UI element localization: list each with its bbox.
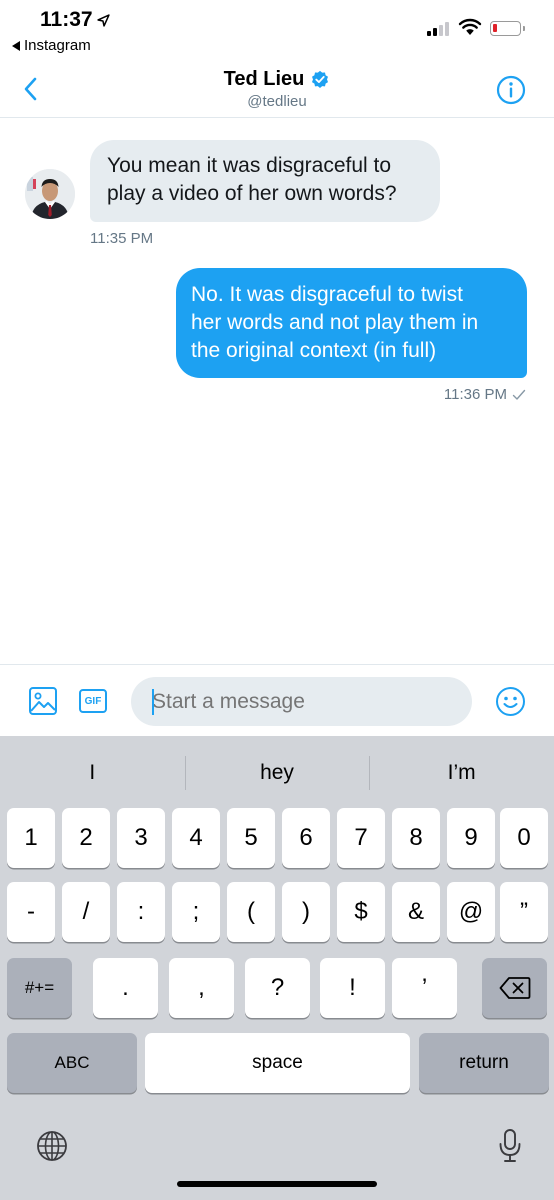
key-0[interactable]: 0 bbox=[500, 808, 548, 868]
incoming-message-time: 11:35 PM bbox=[90, 230, 154, 247]
message-line: You mean it was disgraceful to bbox=[107, 154, 392, 177]
key-hyphen[interactable]: - bbox=[7, 882, 55, 942]
contact-handle: @tedlieu bbox=[247, 93, 307, 110]
suggestion-3[interactable]: I’m bbox=[369, 736, 554, 810]
incoming-message-bubble[interactable]: You mean it was disgraceful to play a vi… bbox=[90, 140, 440, 222]
message-line: the original context (in full) bbox=[191, 339, 437, 362]
key-2[interactable]: 2 bbox=[62, 808, 110, 868]
key-9[interactable]: 9 bbox=[447, 808, 495, 868]
outgoing-message-meta: 11:36 PM bbox=[444, 386, 526, 403]
key-abc[interactable]: ABC bbox=[7, 1033, 137, 1093]
battery-icon bbox=[490, 21, 525, 36]
back-to-app-link[interactable]: Instagram bbox=[12, 37, 91, 54]
gif-button[interactable]: GIF bbox=[79, 689, 107, 713]
contact-avatar[interactable] bbox=[25, 169, 75, 219]
cellular-signal-icon bbox=[427, 22, 449, 36]
key-comma[interactable]: , bbox=[169, 958, 234, 1018]
key-quote[interactable]: ” bbox=[500, 882, 548, 942]
message-line: play a video of her own words? bbox=[107, 182, 397, 205]
outgoing-message-bubble[interactable]: No. It was disgraceful to twist her word… bbox=[176, 268, 527, 378]
wifi-icon bbox=[458, 18, 482, 35]
key-at[interactable]: @ bbox=[447, 882, 495, 942]
backspace-icon bbox=[499, 977, 530, 999]
key-return[interactable]: return bbox=[419, 1033, 549, 1093]
outgoing-message-time: 11:36 PM bbox=[443, 386, 507, 403]
conversation-header: Ted Lieu @tedlieu bbox=[0, 60, 554, 118]
key-slash[interactable]: / bbox=[62, 882, 110, 942]
contact-name: Ted Lieu bbox=[223, 68, 305, 90]
verified-badge-icon bbox=[312, 70, 329, 88]
key-colon[interactable]: : bbox=[117, 882, 165, 942]
conversation-title[interactable]: Ted Lieu bbox=[0, 68, 554, 91]
sent-check-icon bbox=[512, 389, 526, 400]
key-close-paren[interactable]: ) bbox=[282, 882, 330, 942]
key-delete[interactable] bbox=[482, 958, 547, 1018]
predictive-bar: I hey I’m bbox=[0, 736, 554, 810]
key-ampersand[interactable]: & bbox=[392, 882, 440, 942]
key-apostrophe[interactable]: ’ bbox=[392, 958, 457, 1018]
key-more-symbols[interactable]: #+= bbox=[7, 958, 72, 1018]
key-5[interactable]: 5 bbox=[227, 808, 275, 868]
key-7[interactable]: 7 bbox=[337, 808, 385, 868]
clock-text: 11:37 bbox=[40, 8, 93, 31]
key-6[interactable]: 6 bbox=[282, 808, 330, 868]
back-app-label: Instagram bbox=[24, 37, 91, 54]
message-input[interactable] bbox=[131, 677, 472, 726]
key-space[interactable]: space bbox=[145, 1033, 410, 1093]
message-line: No. It was disgraceful to twist bbox=[191, 283, 463, 306]
avatar-image bbox=[25, 169, 75, 219]
gif-label: GIF bbox=[84, 695, 102, 707]
key-question[interactable]: ? bbox=[245, 958, 310, 1018]
location-arrow-icon bbox=[96, 13, 110, 27]
home-indicator[interactable] bbox=[177, 1181, 377, 1187]
globe-icon[interactable] bbox=[36, 1130, 68, 1162]
key-semicolon[interactable]: ; bbox=[172, 882, 220, 942]
battery-level bbox=[493, 24, 497, 32]
key-exclamation[interactable]: ! bbox=[320, 958, 385, 1018]
back-triangle-icon bbox=[12, 40, 20, 51]
emoji-icon[interactable] bbox=[495, 686, 526, 717]
key-4[interactable]: 4 bbox=[172, 808, 220, 868]
text-caret bbox=[152, 689, 154, 715]
key-open-paren[interactable]: ( bbox=[227, 882, 275, 942]
key-dollar[interactable]: $ bbox=[337, 882, 385, 942]
microphone-icon[interactable] bbox=[497, 1128, 523, 1164]
info-icon[interactable] bbox=[496, 75, 526, 105]
key-period[interactable]: . bbox=[93, 958, 158, 1018]
key-1[interactable]: 1 bbox=[7, 808, 55, 868]
image-icon[interactable] bbox=[28, 686, 58, 716]
suggestion-2[interactable]: hey bbox=[184, 736, 370, 810]
key-8[interactable]: 8 bbox=[392, 808, 440, 868]
status-time: 11:37 bbox=[40, 8, 110, 32]
message-line: her words and not play them in bbox=[191, 311, 479, 334]
key-3[interactable]: 3 bbox=[117, 808, 165, 868]
message-composer: GIF bbox=[0, 664, 554, 736]
status-bar: 11:37 Instagram bbox=[0, 0, 554, 60]
suggestion-1[interactable]: I bbox=[0, 736, 185, 810]
